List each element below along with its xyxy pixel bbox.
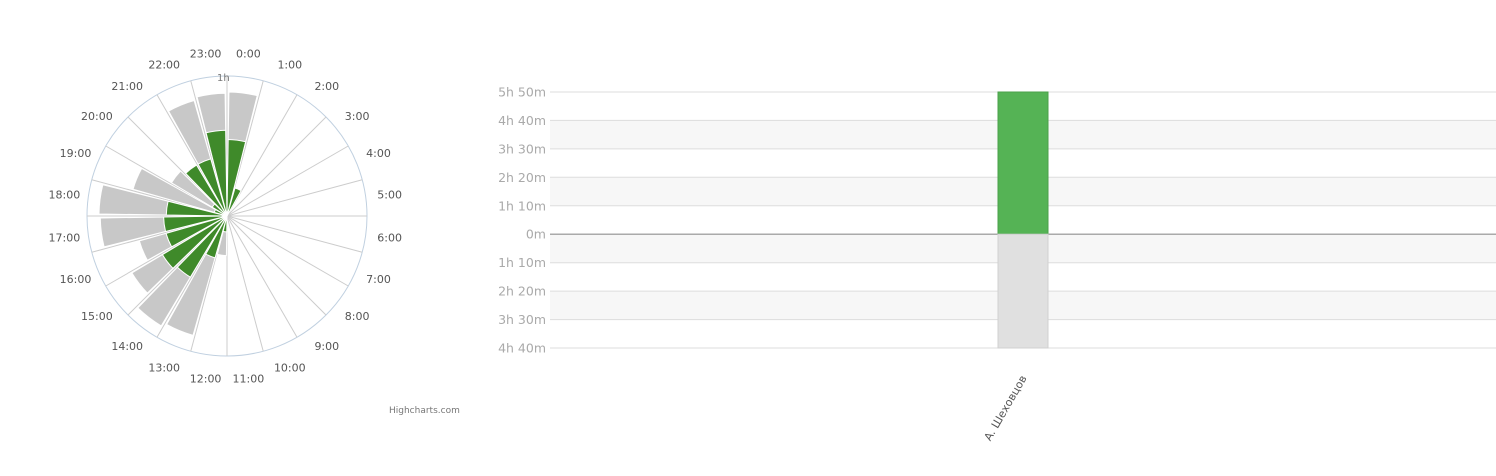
polar-hour-label: 7:00 bbox=[366, 273, 391, 286]
polar-hour-label: 20:00 bbox=[81, 110, 113, 123]
polar-hour-label: 23:00 bbox=[190, 47, 222, 60]
polar-hour-label: 9:00 bbox=[314, 340, 339, 353]
polar-hour-label: 16:00 bbox=[60, 273, 92, 286]
polar-hour-label: 15:00 bbox=[81, 310, 113, 323]
duration-bar-chart: 5h 50m 4h 40m 3h 30m 2h 20m 1h 10m 0m 1h 10m 2h… bbox=[470, 0, 1496, 472]
y-tick-label: 4h 40m bbox=[498, 341, 546, 356]
y-tick-label: 3h 30m bbox=[498, 141, 546, 156]
x-category-label: А. Шеховцов bbox=[982, 373, 1030, 443]
bar-chart-svg: 5h 50m 4h 40m 3h 30m 2h 20m 1h 10m 0m 1h 10m 2h… bbox=[498, 85, 1496, 443]
polar-hour-label: 3:00 bbox=[345, 110, 370, 123]
polar-hour-label: 11:00 bbox=[233, 373, 265, 386]
polar-hour-label: 12:00 bbox=[190, 373, 222, 386]
y-tick-label: 1h 10m bbox=[498, 255, 546, 270]
credits-link[interactable]: Highcharts.com bbox=[389, 406, 460, 416]
polar-hour-label: 5:00 bbox=[377, 189, 402, 202]
y-tick-label: 3h 30m bbox=[498, 312, 546, 327]
polar-hour-label: 17:00 bbox=[49, 231, 81, 244]
y-tick-label: 2h 20m bbox=[498, 284, 546, 299]
y-tick-label: 2h 20m bbox=[498, 170, 546, 185]
polar-hour-label: 2:00 bbox=[314, 80, 339, 93]
y-tick-label: 5h 50m bbox=[498, 85, 546, 100]
bar-green bbox=[997, 91, 1049, 235]
polar-hour-label: 13:00 bbox=[148, 362, 180, 375]
polar-hour-label: 19:00 bbox=[60, 147, 92, 160]
polar-hour-label: 6:00 bbox=[377, 231, 402, 244]
polar-hour-label: 1:00 bbox=[277, 59, 302, 72]
polar-hour-label: 22:00 bbox=[148, 59, 180, 72]
y-tick-label: 0m bbox=[526, 227, 546, 242]
polar-hour-chart: 0:00 1:00 2:00 3:00 4:00 5:00 6:00 7:00 8:00 9:00… bbox=[0, 0, 470, 472]
polar-radial-label: 1h bbox=[217, 73, 230, 84]
polar-hour-label: 21:00 bbox=[111, 80, 143, 93]
polar-hour-label: 14:00 bbox=[111, 340, 143, 353]
polar-hour-label: 4:00 bbox=[366, 147, 391, 160]
y-tick-label: 1h 10m bbox=[498, 198, 546, 213]
polar-hour-label: 18:00 bbox=[49, 189, 81, 202]
bar-gray bbox=[997, 233, 1049, 349]
polar-hour-label: 10:00 bbox=[274, 362, 306, 375]
y-tick-label: 4h 40m bbox=[498, 113, 546, 128]
polar-hour-label: 8:00 bbox=[345, 310, 370, 323]
polar-chart-svg: 0:00 1:00 2:00 3:00 4:00 5:00 6:00 7:00 8:00 9:00… bbox=[49, 47, 402, 386]
polar-hour-label: 0:00 bbox=[236, 47, 261, 60]
